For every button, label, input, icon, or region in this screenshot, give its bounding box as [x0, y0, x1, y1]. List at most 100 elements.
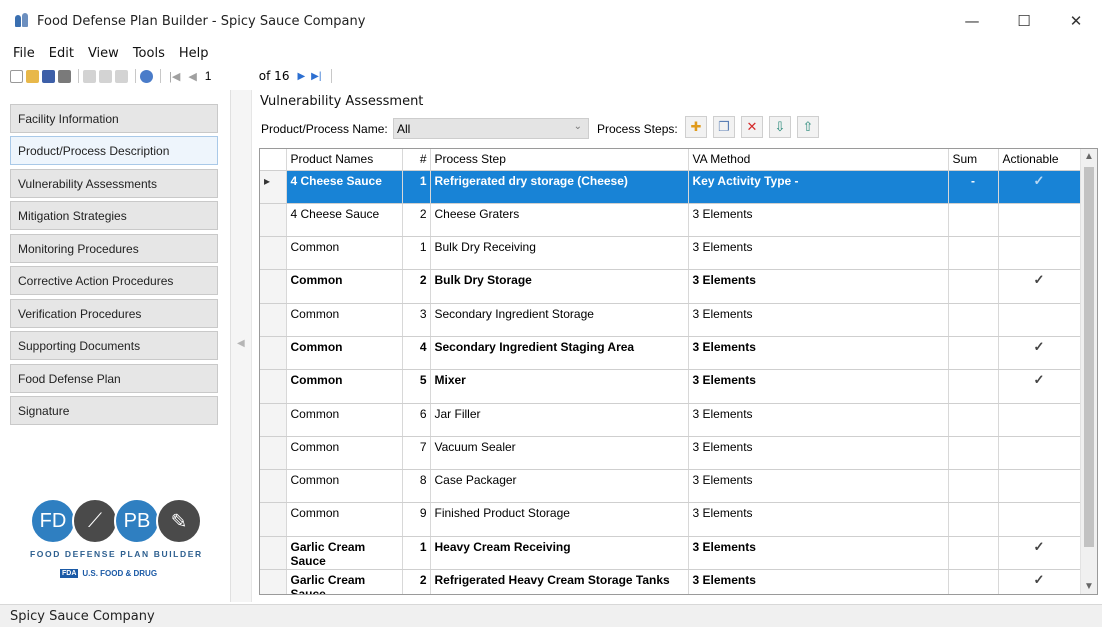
scroll-up-icon[interactable]: ▲	[1084, 151, 1094, 162]
row-selector[interactable]	[260, 369, 287, 404]
toolbar-separator	[135, 69, 136, 83]
cut-icon[interactable]	[83, 69, 96, 83]
row-selector[interactable]	[260, 203, 287, 238]
menu-help[interactable]: Help	[179, 46, 209, 61]
row-selector[interactable]	[260, 336, 287, 371]
sidebar-item-facility-information[interactable]: Facility Information	[10, 104, 218, 133]
cell-step: Bulk Dry Storage	[430, 269, 689, 304]
paste-icon[interactable]	[115, 69, 128, 83]
panel-splitter[interactable]: ◀	[230, 90, 252, 602]
cell-number: 8	[402, 469, 431, 504]
row-selector[interactable]	[260, 403, 287, 437]
cell-sum	[948, 403, 999, 437]
col-va-method[interactable]: VA Method	[688, 149, 949, 171]
col-number[interactable]: #	[402, 149, 431, 171]
col-sum[interactable]: Sum	[948, 149, 999, 171]
next-page-icon[interactable]: ▶	[297, 71, 305, 82]
row-selector[interactable]	[260, 436, 287, 471]
table-row[interactable]: Common 7 Vacuum Sealer 3 Elements	[260, 436, 1081, 471]
row-selector[interactable]	[260, 569, 287, 594]
table-row[interactable]: ▸ 4 Cheese Sauce 1 Refrigerated dry stor…	[260, 170, 1081, 204]
cell-method: 3 Elements	[688, 236, 949, 271]
cell-sum	[948, 502, 999, 537]
page-count: of 16	[258, 69, 290, 83]
cell-product: Common	[286, 436, 403, 471]
open-folder-icon[interactable]	[26, 69, 39, 83]
row-selector[interactable]	[260, 469, 287, 504]
row-selector[interactable]	[260, 303, 287, 337]
status-text: Spicy Sauce Company	[10, 608, 155, 624]
prev-page-icon[interactable]: ◀	[188, 70, 196, 83]
cell-step: Case Packager	[430, 469, 689, 504]
sidebar-item-verification-procedures[interactable]: Verification Procedures	[10, 299, 218, 328]
sidebar-item-vulnerability-assessments[interactable]: Vulnerability Assessments	[10, 169, 218, 198]
cell-actionable	[998, 502, 1081, 537]
new-file-icon[interactable]	[10, 69, 23, 83]
row-selector[interactable]	[260, 236, 287, 271]
minimize-button[interactable]: —	[946, 0, 998, 42]
table-row[interactable]: Garlic Cream Sauce 2 Refrigerated Heavy …	[260, 569, 1081, 594]
menu-view[interactable]: View	[88, 46, 119, 61]
add-step-button[interactable]: ✚	[685, 116, 707, 138]
table-row[interactable]: Common 9 Finished Product Storage 3 Elem…	[260, 502, 1081, 537]
help-icon[interactable]	[140, 69, 153, 83]
product-process-value: All	[397, 121, 411, 136]
menu-file[interactable]: File	[13, 46, 35, 61]
menu-edit[interactable]: Edit	[49, 46, 74, 61]
maximize-button[interactable]: ☐	[998, 0, 1050, 42]
move-up-icon: ⇧	[802, 119, 814, 134]
checkmark-icon: ✓	[998, 569, 1081, 594]
cell-product: Common	[286, 336, 403, 371]
table-row[interactable]: Common 4 Secondary Ingredient Staging Ar…	[260, 336, 1081, 371]
sidebar-item-supporting-documents[interactable]: Supporting Documents	[10, 331, 218, 360]
fda-box: FDA	[60, 569, 79, 578]
row-selector[interactable]	[260, 269, 287, 304]
toolbar-separator	[160, 69, 161, 83]
row-selector[interactable]	[260, 536, 287, 571]
cell-step: Heavy Cream Receiving	[430, 536, 689, 571]
cell-method: Key Activity Type -	[688, 170, 949, 204]
col-product-names[interactable]: Product Names	[286, 149, 403, 171]
cell-product: Common	[286, 403, 403, 437]
product-process-select[interactable]: All ⌄	[393, 118, 589, 139]
scroll-down-icon[interactable]: ▼	[1084, 581, 1094, 592]
sidebar-item-food-defense-plan[interactable]: Food Defense Plan	[10, 364, 218, 393]
sidebar-item-product-process-description[interactable]: Product/Process Description	[10, 136, 218, 165]
vertical-scrollbar[interactable]: ▲ ▼	[1080, 149, 1097, 594]
fda-logo: FDA U.S. FOOD & DRUG	[30, 569, 210, 578]
page-number-input[interactable]: 1	[205, 68, 253, 84]
row-selector[interactable]: ▸	[260, 170, 287, 204]
sidebar-item-mitigation-strategies[interactable]: Mitigation Strategies	[10, 201, 218, 230]
first-page-icon[interactable]: |◀	[169, 70, 180, 83]
cell-product: Garlic Cream Sauce	[286, 569, 403, 594]
cell-method: 3 Elements	[688, 336, 949, 371]
table-row[interactable]: Common 3 Secondary Ingredient Storage 3 …	[260, 303, 1081, 337]
table-row[interactable]: Garlic Cream Sauce 1 Heavy Cream Receivi…	[260, 536, 1081, 571]
print-icon[interactable]	[58, 69, 71, 83]
cell-product: 4 Cheese Sauce	[286, 203, 403, 238]
table-row[interactable]: Common 1 Bulk Dry Receiving 3 Elements	[260, 236, 1081, 271]
table-row[interactable]: 4 Cheese Sauce 2 Cheese Graters 3 Elemen…	[260, 203, 1081, 238]
last-page-icon[interactable]: ▶|	[311, 71, 321, 82]
save-icon[interactable]	[42, 69, 55, 83]
copy-icon[interactable]	[99, 69, 112, 83]
menu-tools[interactable]: Tools	[133, 46, 165, 61]
table-row[interactable]: Common 2 Bulk Dry Storage 3 Elements ✓	[260, 269, 1081, 304]
collapse-arrow-icon[interactable]: ◀	[237, 338, 245, 349]
sidebar-item-signature[interactable]: Signature	[10, 396, 218, 425]
row-selector[interactable]	[260, 502, 287, 537]
table-row[interactable]: Common 8 Case Packager 3 Elements	[260, 469, 1081, 504]
col-process-step[interactable]: Process Step	[430, 149, 689, 171]
move-up-button[interactable]: ⇧	[797, 116, 819, 138]
toolbar-separator	[331, 69, 333, 83]
table-row[interactable]: Common 5 Mixer 3 Elements ✓	[260, 369, 1081, 404]
copy-step-button[interactable]: ❐	[713, 116, 735, 138]
table-row[interactable]: Common 6 Jar Filler 3 Elements	[260, 403, 1081, 437]
scrollbar-thumb[interactable]	[1084, 167, 1094, 547]
move-down-button[interactable]: ⇩	[769, 116, 791, 138]
sidebar-item-monitoring-procedures[interactable]: Monitoring Procedures	[10, 234, 218, 263]
col-actionable[interactable]: Actionable	[998, 149, 1081, 171]
sidebar-item-corrective-action-procedures[interactable]: Corrective Action Procedures	[10, 266, 218, 295]
delete-step-button[interactable]: ✕	[741, 116, 763, 138]
close-button[interactable]: ✕	[1050, 0, 1102, 42]
